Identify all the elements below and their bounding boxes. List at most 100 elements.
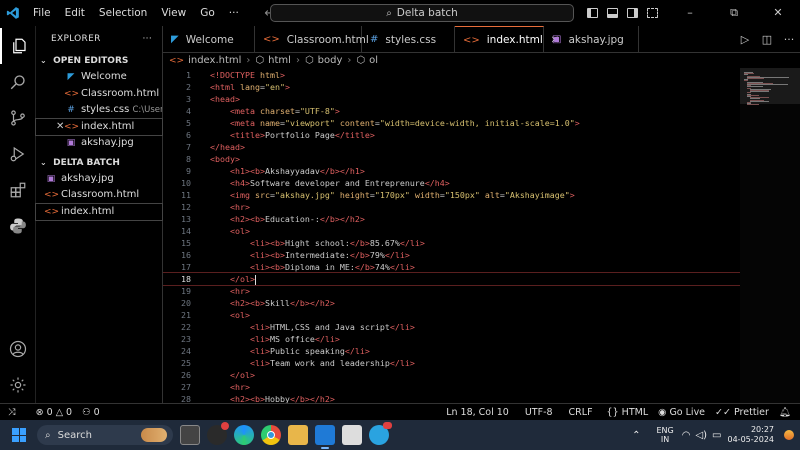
file-classroom-html[interactable]: <> Classroom.html bbox=[36, 187, 162, 204]
open-editors-header[interactable]: ⌄ OPEN EDITORS bbox=[36, 52, 162, 69]
wifi-icon[interactable]: ◠ bbox=[682, 430, 691, 441]
clock[interactable]: 20:27 04-05-2024 bbox=[728, 425, 775, 445]
run-icon[interactable]: ▷ bbox=[734, 33, 756, 46]
extensions-icon[interactable] bbox=[0, 172, 36, 208]
toggle-secondary-sidebar-icon[interactable] bbox=[622, 0, 642, 26]
problems-indicator[interactable]: ⊗ 0 △ 0 bbox=[31, 407, 77, 418]
restore-button[interactable]: ⧉ bbox=[712, 0, 756, 26]
code-line[interactable]: 24 <li>Public speaking</li> bbox=[163, 345, 740, 357]
search-icon[interactable] bbox=[0, 64, 36, 100]
close-button[interactable]: ✕ bbox=[756, 0, 800, 26]
menu-file[interactable]: File bbox=[26, 0, 58, 26]
close-icon[interactable]: ✕ bbox=[56, 119, 64, 136]
open-editor-index[interactable]: ✕ <> index.html bbox=[35, 117, 163, 136]
task-view-icon[interactable] bbox=[180, 425, 200, 445]
menu-go[interactable]: Go bbox=[193, 0, 222, 26]
breadcrumb-file[interactable]: index.html bbox=[188, 55, 241, 66]
code-line[interactable]: 18 </ol> bbox=[163, 272, 741, 286]
code-line[interactable]: 28 <h2><b>Hobby</b></h2> bbox=[163, 393, 740, 403]
tab-akshay[interactable]: ▣ akshay.jpg bbox=[544, 26, 639, 53]
minimap[interactable] bbox=[740, 68, 800, 403]
code-line[interactable]: 11 <img src="akshay.jpg" height="170px" … bbox=[163, 189, 740, 201]
breadcrumb-ol[interactable]: ol bbox=[369, 55, 378, 66]
manage-gear-icon[interactable] bbox=[0, 367, 36, 403]
tab-index[interactable]: <> index.html ✕ bbox=[455, 26, 559, 53]
code-line[interactable]: 25 <li>Team work and leadership</li> bbox=[163, 357, 740, 369]
code-line[interactable]: 20 <h2><b>Skill</b></h2> bbox=[163, 297, 740, 309]
copilot-icon[interactable] bbox=[784, 430, 794, 440]
code-line[interactable]: 12 <hr> bbox=[163, 201, 740, 213]
store-icon[interactable] bbox=[342, 425, 362, 445]
ports-indicator[interactable]: ⚇ 0 bbox=[77, 407, 105, 418]
folder-header[interactable]: ⌄ DELTA BATCH bbox=[36, 154, 162, 171]
chat-app-icon[interactable] bbox=[207, 422, 229, 445]
open-editor-akshay[interactable]: ▣ akshay.jpg bbox=[36, 135, 162, 152]
code-line[interactable]: 6 <title>Portfolio Page</title> bbox=[163, 129, 740, 141]
breadcrumb-html[interactable]: html bbox=[268, 55, 291, 66]
prettier-button[interactable]: ✓✓ Prettier bbox=[710, 407, 774, 418]
tab-classroom[interactable]: <> Classroom.html bbox=[255, 26, 369, 53]
code-line[interactable]: 22 <li>HTML,CSS and Java script</li> bbox=[163, 321, 740, 333]
account-icon[interactable] bbox=[0, 331, 36, 367]
more-actions-icon[interactable]: ··· bbox=[778, 33, 800, 46]
encoding[interactable]: UTF-8 bbox=[520, 407, 558, 418]
code-line[interactable]: 4 <meta charset="UTF-8"> bbox=[163, 105, 740, 117]
menu-more[interactable]: ··· bbox=[222, 0, 246, 26]
edge-browser-icon[interactable] bbox=[234, 425, 254, 445]
open-editor-styles[interactable]: # styles.css C:\User... bbox=[36, 102, 162, 119]
menu-edit[interactable]: Edit bbox=[58, 0, 92, 26]
code-line[interactable]: 13 <h2><b>Education-:</b></h2> bbox=[163, 213, 740, 225]
code-line[interactable]: 16 <li><b>Intermediate:</b>79%</li> bbox=[163, 249, 740, 261]
taskbar-search[interactable]: ⌕ Search bbox=[37, 425, 173, 445]
file-akshay-jpg[interactable]: ▣ akshay.jpg bbox=[36, 171, 162, 188]
language-indicator[interactable]: ENG IN bbox=[656, 426, 673, 444]
telegram-icon[interactable] bbox=[369, 422, 392, 445]
open-editor-welcome[interactable]: ◤ Welcome bbox=[36, 69, 162, 86]
remote-icon[interactable]: ⤨ bbox=[0, 407, 21, 418]
vscode-taskbar-icon[interactable] bbox=[315, 425, 335, 449]
line-ending[interactable]: CRLF bbox=[564, 407, 598, 418]
command-center-search[interactable]: ⌕ Delta batch bbox=[270, 4, 574, 22]
file-index-html[interactable]: <> index.html bbox=[35, 202, 163, 221]
code-line[interactable]: 15 <li><b>Hight school:</b>85.67%</li> bbox=[163, 237, 740, 249]
code-line[interactable]: 26 </ol> bbox=[163, 369, 740, 381]
code-line[interactable]: 27 <hr> bbox=[163, 381, 740, 393]
tab-styles[interactable]: # styles.css bbox=[362, 26, 455, 53]
code-line[interactable]: 21 <ol> bbox=[163, 309, 740, 321]
code-line[interactable]: 8 <body> bbox=[163, 153, 740, 165]
code-line[interactable]: 10 <h4>Software developer and Entreprenu… bbox=[163, 177, 740, 189]
split-editor-icon[interactable]: ◫ bbox=[756, 33, 778, 46]
python-icon[interactable] bbox=[0, 208, 36, 244]
battery-icon[interactable]: ▭ bbox=[712, 430, 721, 441]
code-line[interactable]: 23 <li>MS office</li> bbox=[163, 333, 740, 345]
language-mode[interactable]: {} HTML bbox=[602, 407, 654, 418]
run-debug-icon[interactable] bbox=[0, 136, 36, 172]
code-line[interactable]: 2 <html lang="en"> bbox=[163, 81, 740, 93]
menu-selection[interactable]: Selection bbox=[92, 0, 154, 26]
breadcrumb-body[interactable]: body bbox=[318, 55, 343, 66]
cursor-position[interactable]: Ln 18, Col 10 bbox=[441, 407, 514, 418]
code-line[interactable]: 17 <li><b>Diploma in ME:</b>74%</li> bbox=[163, 261, 740, 273]
customize-layout-icon[interactable] bbox=[642, 0, 662, 26]
code-line[interactable]: 3 <head> bbox=[163, 93, 740, 105]
chevron-up-icon[interactable]: ⌃ bbox=[632, 430, 640, 441]
code-line[interactable]: 14 <ol> bbox=[163, 225, 740, 237]
open-editor-classroom[interactable]: <> Classroom.html bbox=[36, 86, 162, 103]
chrome-browser-icon[interactable] bbox=[261, 425, 281, 445]
notifications-bell-icon[interactable]: 🔔︎ bbox=[774, 407, 796, 418]
menu-view[interactable]: View bbox=[154, 0, 193, 26]
code-line[interactable]: 1 <!DOCTYPE html> bbox=[163, 69, 740, 81]
volume-icon[interactable]: ◁) bbox=[695, 430, 707, 441]
code-editor[interactable]: 1 <!DOCTYPE html> 2 <html lang="en"> 3 <head>… bbox=[163, 68, 800, 403]
toggle-primary-sidebar-icon[interactable] bbox=[582, 0, 602, 26]
toggle-panel-icon[interactable] bbox=[602, 0, 622, 26]
tab-welcome[interactable]: ◤ Welcome bbox=[163, 26, 255, 53]
code-line[interactable]: 7 </head> bbox=[163, 141, 740, 153]
code-line[interactable]: 5 <meta name="viewport" content="width=d… bbox=[163, 117, 740, 129]
minimize-button[interactable]: – bbox=[668, 0, 712, 26]
file-explorer-icon[interactable] bbox=[288, 425, 308, 445]
source-control-icon[interactable] bbox=[0, 100, 36, 136]
explorer-more-icon[interactable]: ··· bbox=[143, 34, 152, 44]
explorer-icon[interactable] bbox=[0, 28, 36, 64]
code-line[interactable]: 9 <h1><b>Akshayyadav</b></h1> bbox=[163, 165, 740, 177]
